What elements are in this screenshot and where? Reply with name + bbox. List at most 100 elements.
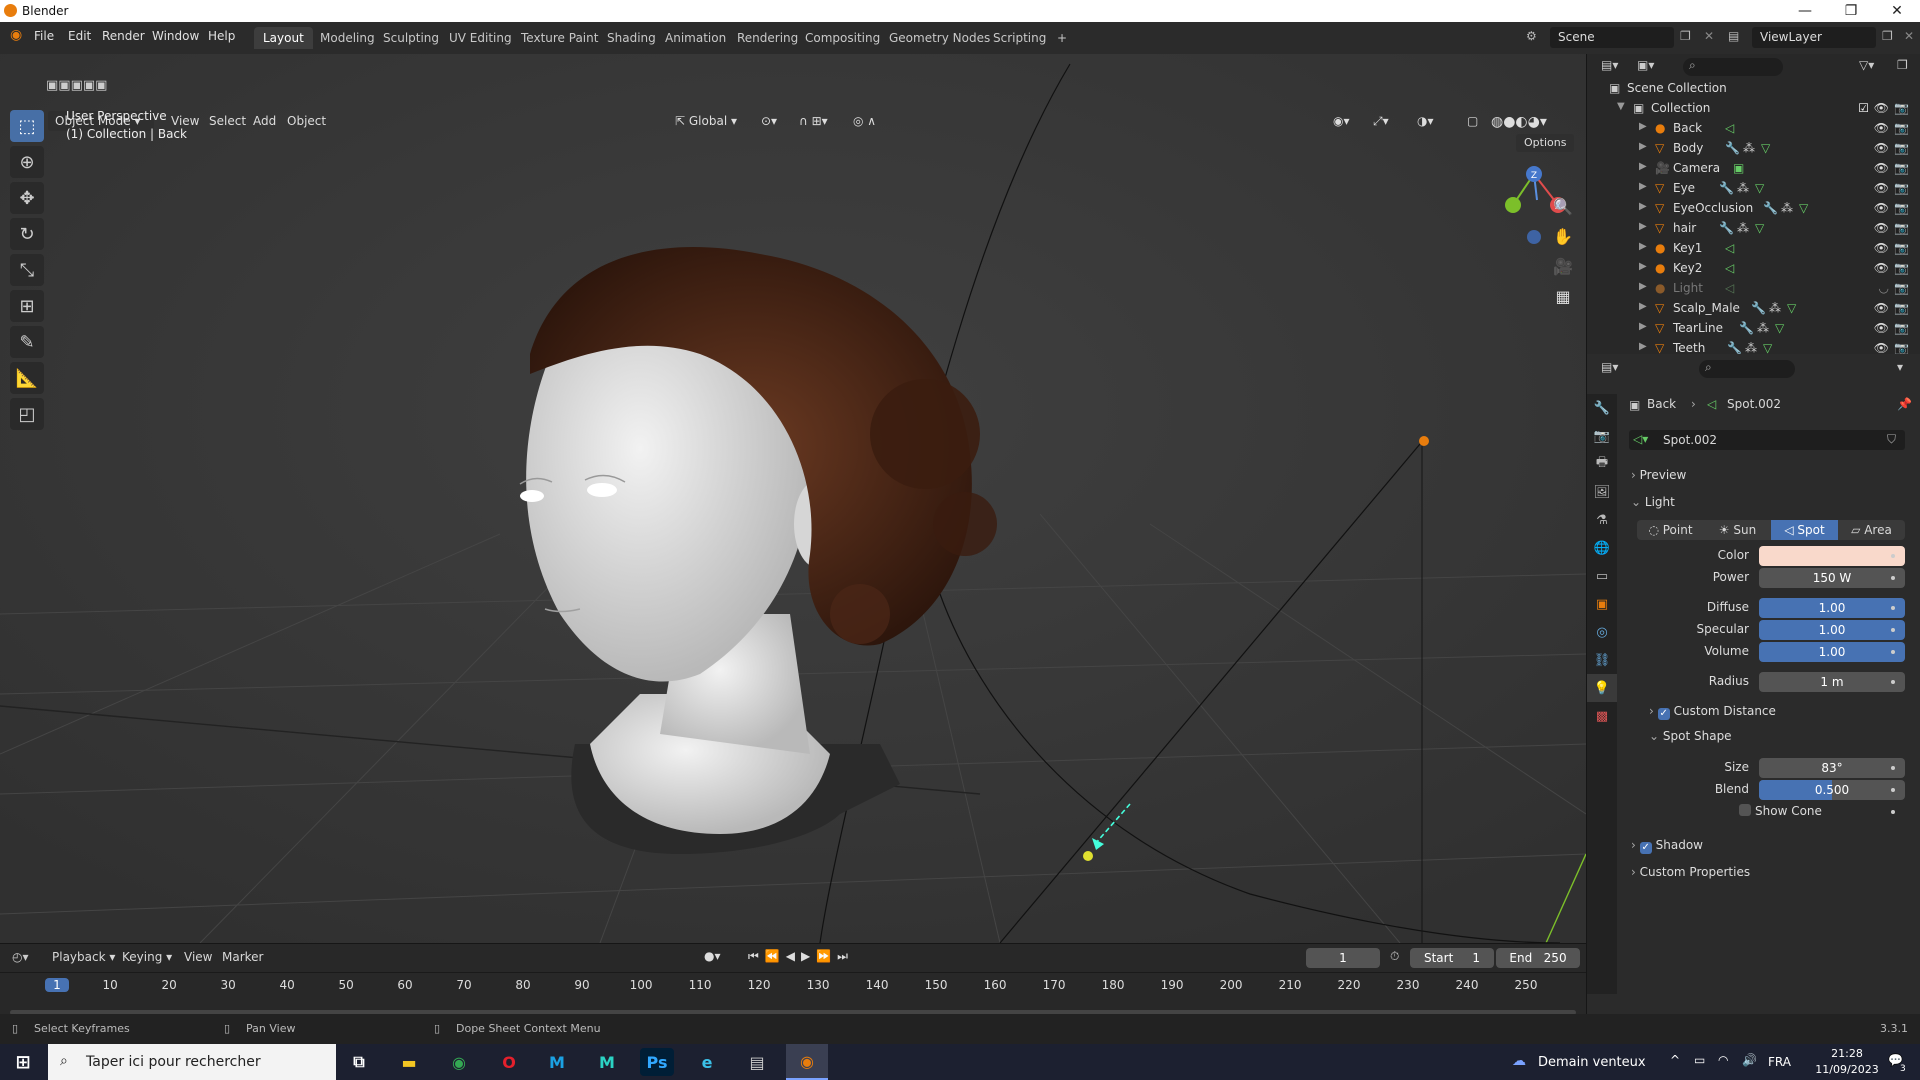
measure-tool-icon[interactable]: 📐 [10, 362, 44, 394]
visibility-icon[interactable]: ◉▾ [1326, 111, 1357, 131]
light-type-area[interactable]: ▱ Area [1838, 520, 1905, 540]
windows-start-icon[interactable]: ⊞ [6, 1048, 40, 1076]
delete-scene-icon[interactable]: ✕ [1704, 29, 1714, 43]
xray-icon[interactable]: ▢ [1460, 111, 1485, 131]
scene-field[interactable]: Scene [1550, 27, 1674, 48]
eye-icon[interactable]: 👁 [1874, 241, 1889, 255]
eye-icon[interactable]: 👁 [1874, 161, 1889, 175]
outliner-item-camera[interactable]: ▶ 🎥 Camera ▣ 👁 📷 [1587, 158, 1920, 178]
eye-icon[interactable]: 👁 [1874, 321, 1889, 335]
expand-arrow-icon[interactable]: ▶ [1639, 301, 1647, 312]
render-camera-icon[interactable]: 📷 [1894, 281, 1909, 295]
render-camera-icon[interactable]: 📷 [1894, 341, 1909, 354]
new-collection-icon[interactable]: ❐ [1897, 58, 1908, 72]
expand-arrow-icon[interactable]: ▶ [1639, 221, 1647, 232]
rotate-tool-icon[interactable]: ↻ [10, 218, 44, 250]
display-mode-icon[interactable]: ▣▾ [1637, 58, 1654, 72]
menu-render[interactable]: Render [102, 29, 145, 43]
tab-shading[interactable]: Shading [598, 27, 665, 49]
tab-texture-paint[interactable]: Texture Paint [512, 27, 607, 49]
pan-hand-icon[interactable]: ✋ [1549, 222, 1577, 250]
keyframe-dot[interactable] [1891, 628, 1895, 632]
outliner-item-eyeocclusion[interactable]: ▶ ▽ EyeOcclusion 🔧 ⁂ ▽ 👁 📷 [1587, 198, 1920, 218]
transform-tool-icon[interactable]: ⊞ [10, 290, 44, 322]
render-camera-icon[interactable]: 📷 [1894, 241, 1909, 255]
keyframe-dot[interactable] [1891, 680, 1895, 684]
orientation-dropdown[interactable]: ⇱ Global ▾ [668, 111, 744, 131]
tab-compositing[interactable]: Compositing [796, 27, 889, 49]
breadcrumb-object[interactable]: Back [1647, 397, 1676, 411]
keyframe-dot[interactable] [1891, 766, 1895, 770]
properties-search-input[interactable]: ⌕ [1699, 360, 1795, 378]
pin-icon[interactable]: 📌 [1897, 397, 1912, 411]
scene-tab-icon[interactable]: ⚗ [1587, 506, 1617, 534]
keyframe-dot[interactable] [1891, 788, 1895, 792]
radius-field[interactable]: 1 m [1759, 672, 1905, 692]
record-icon[interactable]: ●▾ [704, 949, 721, 963]
breadcrumb-data[interactable]: Spot.002 [1727, 397, 1781, 411]
ortho-grid-icon[interactable]: ▦ [1549, 282, 1577, 310]
spot-shape-panel-header[interactable]: ⌄ Spot Shape [1649, 729, 1732, 743]
clock-time[interactable]: 21:28 [1812, 1047, 1882, 1060]
new-scene-icon[interactable]: ❐ [1680, 29, 1691, 43]
gizmo-y-axis[interactable] [1505, 197, 1521, 213]
light-panel-header[interactable]: ⌄ Light [1631, 495, 1675, 509]
outliner-item-body[interactable]: ▶ ▽ Body 🔧 ⁂ ▽ 👁 📷 [1587, 138, 1920, 158]
playback-controls[interactable]: ⏮⏪◀▶⏩⏭ [748, 949, 854, 964]
current-frame-field[interactable]: 1 [1306, 948, 1380, 968]
expand-arrow-icon[interactable]: ▶ [1639, 141, 1647, 152]
render-camera-icon[interactable]: 📷 [1894, 221, 1909, 235]
show-cone-checkbox[interactable] [1739, 804, 1751, 816]
eye-icon[interactable]: 👁 [1874, 341, 1889, 354]
file-explorer-icon[interactable]: ▬ [392, 1048, 426, 1076]
menu-help[interactable]: Help [208, 29, 235, 43]
expand-arrow-icon[interactable]: ▶ [1639, 281, 1647, 292]
properties-options-icon[interactable]: ▾ [1897, 360, 1903, 374]
tab-sculpting[interactable]: Sculpting [374, 27, 448, 49]
gizmo-neg-z-axis[interactable] [1527, 230, 1541, 244]
outliner-item-key2[interactable]: ▶ ● Key2 ◁ 👁 📷 [1587, 258, 1920, 278]
tab-animation[interactable]: Animation [656, 27, 735, 49]
outliner-item-key1[interactable]: ▶ ● Key1 ◁ 👁 📷 [1587, 238, 1920, 258]
minimize-button[interactable]: — [1782, 0, 1828, 22]
scale-tool-icon[interactable]: ⤡ [10, 254, 44, 286]
edge-icon[interactable]: e [690, 1048, 724, 1076]
maximize-button[interactable]: ❐ [1828, 0, 1874, 22]
blender-menu-icon[interactable]: ◉ [10, 27, 22, 43]
render-camera-icon[interactable]: 📷 [1894, 101, 1909, 115]
physics-tab-icon[interactable]: ◎ [1587, 618, 1617, 646]
custom-distance-panel-header[interactable]: › ✓ Custom Distance [1649, 704, 1776, 720]
chrome-icon[interactable]: ◉ [442, 1048, 476, 1076]
end-frame-field[interactable]: End 250 [1496, 948, 1580, 968]
select-mode-icons[interactable]: ▣▣▣▣▣ [46, 78, 107, 93]
opera-icon[interactable]: O [492, 1048, 526, 1076]
render-tab-icon[interactable]: 📷 [1587, 422, 1617, 450]
outliner-editor-icon[interactable]: ▤▾ [1601, 58, 1618, 72]
new-view-layer-icon[interactable]: ❐ [1882, 29, 1893, 43]
eye-icon[interactable]: 👁 [1874, 141, 1889, 155]
expand-arrow-icon[interactable]: ▶ [1639, 261, 1647, 272]
light-data-tab-icon[interactable]: 💡 [1587, 674, 1617, 702]
wifi-icon[interactable]: ◠ [1718, 1053, 1728, 1067]
menu-window[interactable]: Window [152, 29, 199, 43]
shadow-checkbox[interactable]: ✓ [1639, 842, 1652, 854]
tab-uv-editing[interactable]: UV Editing [440, 27, 521, 49]
outliner-item-tearline[interactable]: ▶ ▽ TearLine 🔧 ⁂ ▽ 👁 📷 [1587, 318, 1920, 338]
expand-arrow-icon[interactable]: ▶ [1639, 201, 1647, 212]
render-camera-icon[interactable]: 📷 [1894, 321, 1909, 335]
render-camera-icon[interactable]: 📷 [1894, 161, 1909, 175]
keyframe-dot[interactable] [1891, 554, 1895, 558]
maya-icon[interactable]: M [540, 1048, 574, 1076]
specular-slider[interactable]: 1.00 [1759, 620, 1905, 640]
tray-chevron-icon[interactable]: ^ [1670, 1053, 1680, 1067]
color-swatch[interactable] [1759, 546, 1905, 566]
world-tab-icon[interactable]: 🌐 [1587, 534, 1617, 562]
menu-file[interactable]: File [34, 29, 54, 43]
start-frame-field[interactable]: Start 1 [1410, 948, 1494, 968]
eye-icon[interactable]: 👁 [1874, 121, 1889, 135]
expand-arrow-icon[interactable]: ▶ [1639, 161, 1647, 172]
filter-icon[interactable]: ▽▾ [1859, 58, 1874, 72]
eye-icon[interactable]: 👁 [1874, 221, 1889, 235]
expand-arrow-icon[interactable]: ▶ [1639, 321, 1647, 332]
eye-icon[interactable]: 👁 [1874, 181, 1889, 195]
